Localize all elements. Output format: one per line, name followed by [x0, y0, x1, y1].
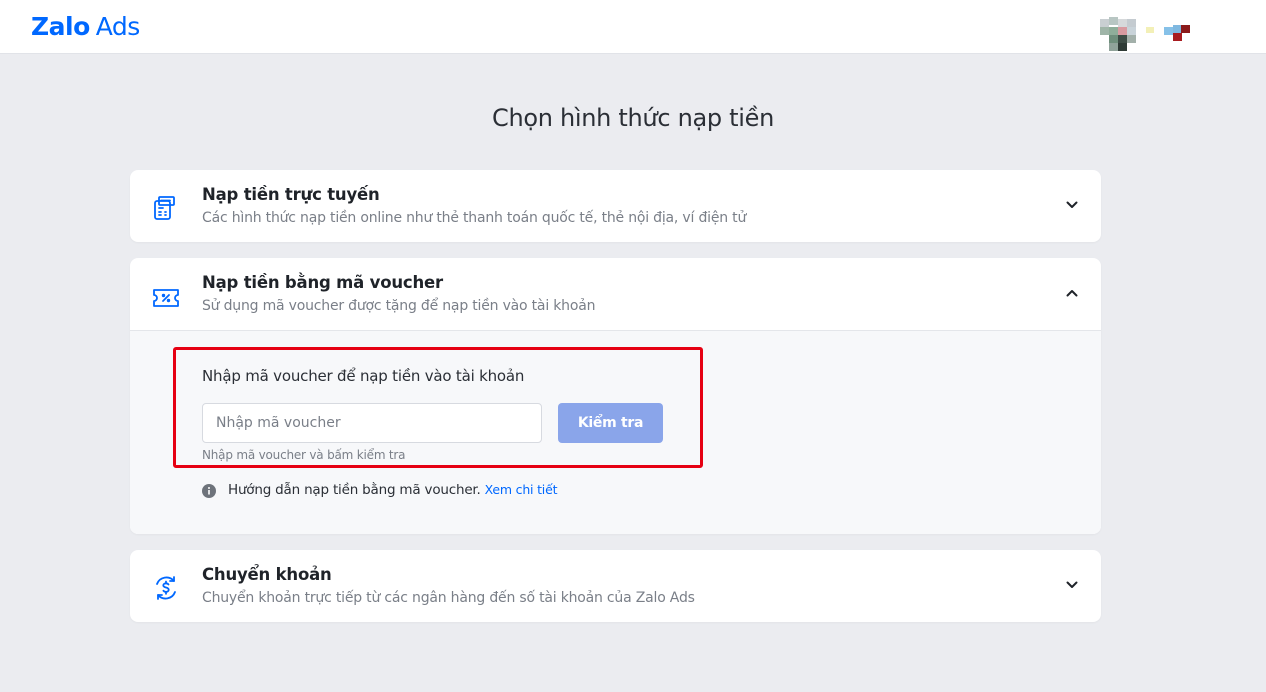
info-icon	[202, 484, 216, 498]
method-title: Nạp tiền bằng mã voucher	[202, 273, 443, 292]
zalo-ads-logo[interactable]: Zalo Ads	[31, 12, 140, 42]
logo-text-zalo: Zalo	[31, 12, 90, 41]
method-header-transfer[interactable]: Chuyển khoản Chuyển khoản trực tiếp từ c…	[130, 550, 1101, 622]
chevron-down-icon[interactable]	[1063, 196, 1081, 214]
method-title: Chuyển khoản	[202, 565, 332, 584]
chevron-up-icon[interactable]	[1063, 284, 1081, 302]
check-voucher-button[interactable]: Kiểm tra	[558, 403, 663, 443]
page-title: Chọn hình thức nạp tiền	[491, 104, 774, 132]
voucher-label: Nhập mã voucher để nạp tiền vào tài khoả…	[202, 367, 525, 385]
money-transfer-icon	[156, 576, 176, 600]
method-subtitle: Các hình thức nạp tiền online như thẻ th…	[202, 210, 747, 226]
method-card-transfer: Chuyển khoản Chuyển khoản trực tiếp từ c…	[130, 550, 1101, 622]
view-details-link[interactable]: Xem chi tiết	[485, 482, 558, 497]
chevron-down-icon[interactable]	[1063, 576, 1081, 594]
method-subtitle: Sử dụng mã voucher được tặng để nạp tiền…	[202, 298, 596, 314]
top-bar: Zalo Ads	[0, 0, 1266, 54]
user-avatar-menu[interactable]	[1098, 17, 1190, 51]
card-terminal-icon	[154, 196, 175, 220]
voucher-panel: Nhập mã voucher để nạp tiền vào tài khoả…	[130, 330, 1101, 534]
voucher-ticket-icon	[153, 289, 179, 307]
voucher-guide: Hướng dẫn nạp tiền bằng mã voucher. Xem c…	[228, 482, 557, 498]
voucher-guide-text: Hướng dẫn nạp tiền bằng mã voucher.	[228, 482, 481, 498]
voucher-hint: Nhập mã voucher và bấm kiểm tra	[202, 448, 406, 462]
method-header-online[interactable]: Nạp tiền trực tuyến Các hình thức nạp ti…	[130, 170, 1101, 242]
voucher-code-input[interactable]	[202, 403, 542, 443]
method-card-online: Nạp tiền trực tuyến Các hình thức nạp ti…	[130, 170, 1101, 242]
logo-text-ads: Ads	[95, 12, 141, 41]
method-title: Nạp tiền trực tuyến	[202, 185, 380, 204]
method-card-voucher: Nạp tiền bằng mã voucher Sử dụng mã vouc…	[130, 258, 1101, 534]
method-header-voucher[interactable]: Nạp tiền bằng mã voucher Sử dụng mã vouc…	[130, 258, 1101, 330]
method-subtitle: Chuyển khoản trực tiếp từ các ngân hàng …	[202, 590, 695, 606]
